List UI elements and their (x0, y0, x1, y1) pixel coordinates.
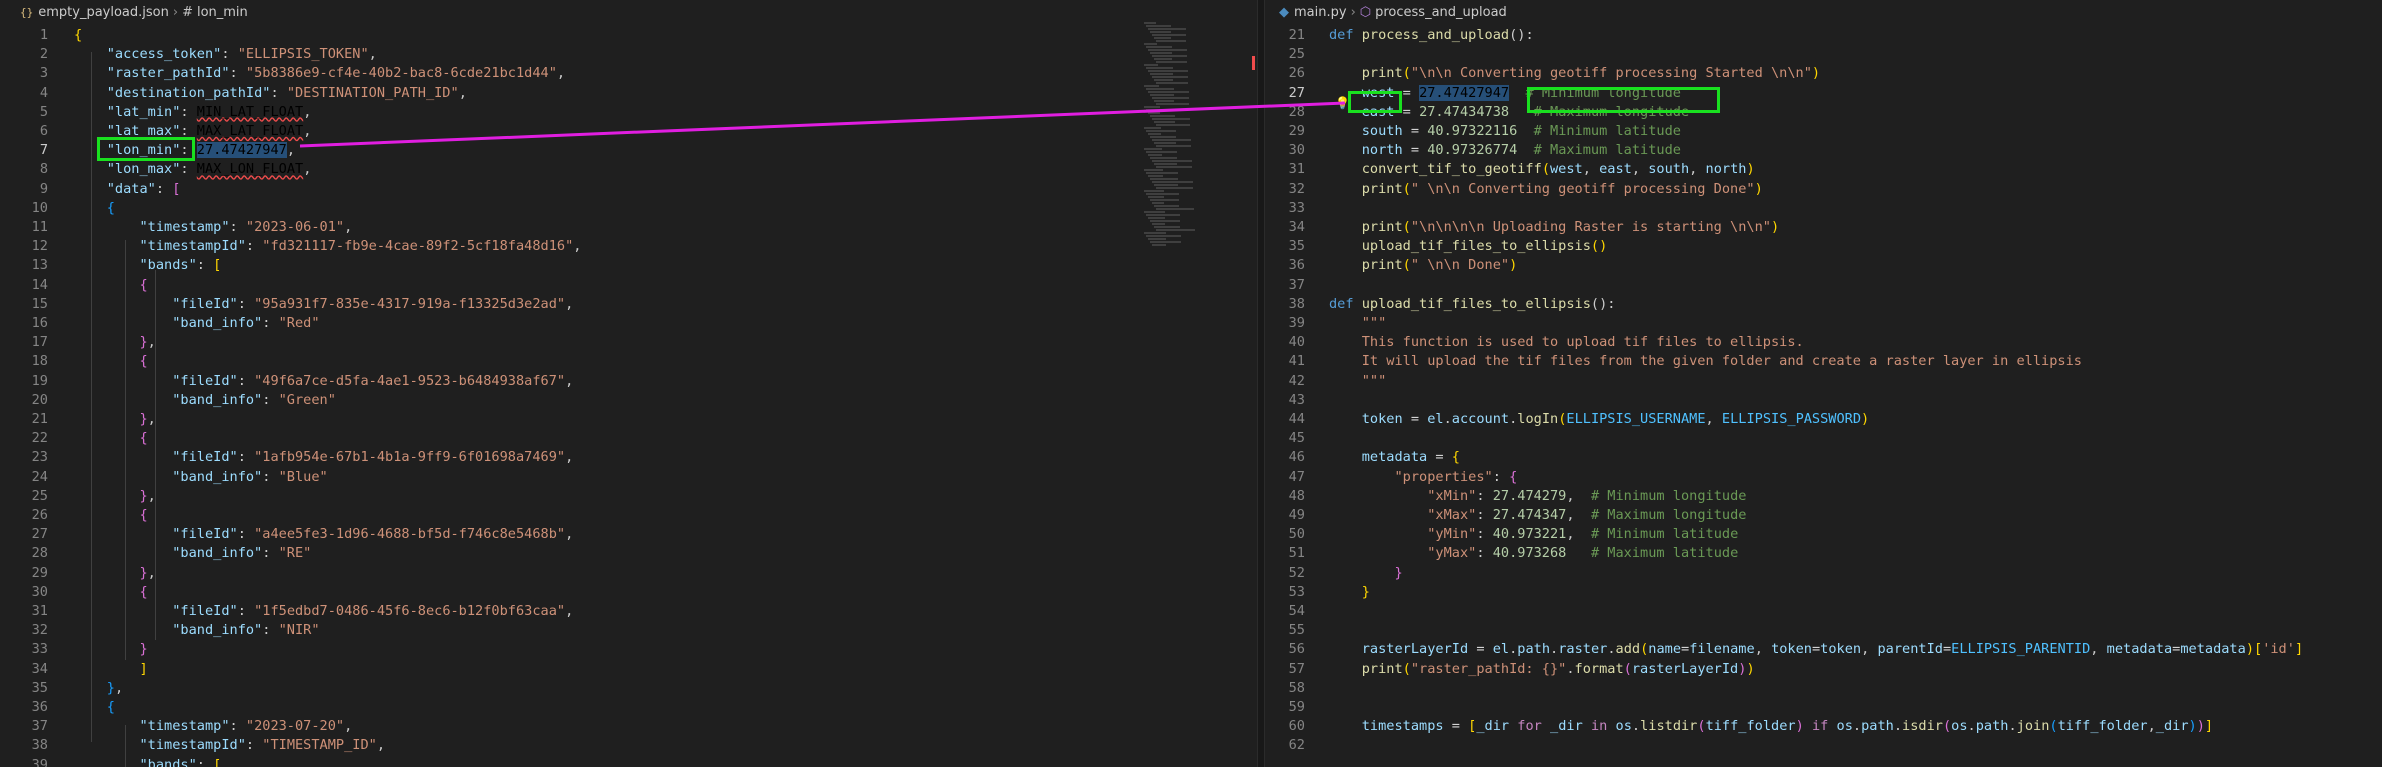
arrow-line (299, 101, 1346, 148)
annotation-arrow (299, 101, 1346, 148)
